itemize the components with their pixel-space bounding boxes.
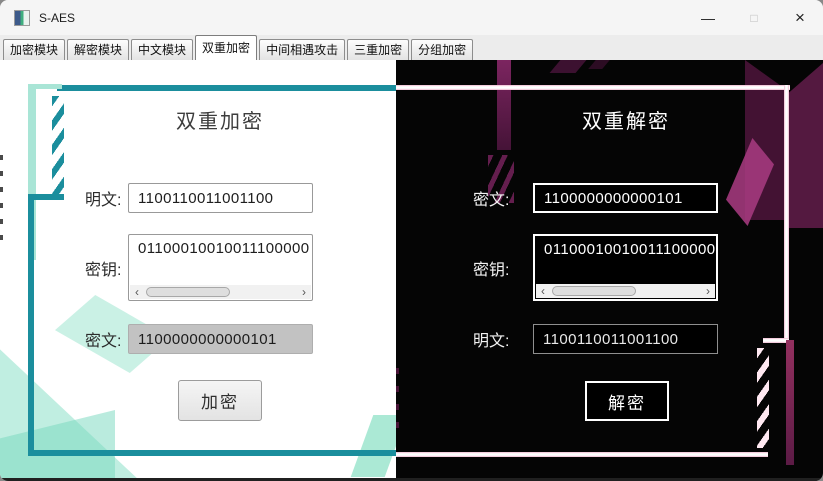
scroll-left-icon[interactable]: ‹	[130, 285, 144, 299]
decor-pink-bottom-line	[396, 452, 768, 457]
decrypt-key-textarea[interactable]: 01100010010011100000 ‹ ›	[533, 234, 718, 301]
scrollbar-thumb[interactable]	[146, 287, 230, 297]
decor-mint-triangle-large	[0, 340, 140, 481]
decrypt-plaintext-label: 明文:	[473, 324, 509, 354]
app-icon	[14, 10, 30, 26]
decor-mint-parallelogram	[351, 415, 396, 477]
decrypt-button[interactable]: 解密	[585, 381, 669, 421]
decor-pink-top-line	[396, 85, 790, 90]
encrypt-heading: 双重加密	[44, 105, 396, 134]
scroll-right-icon[interactable]: ›	[701, 284, 715, 298]
plaintext-label: 明文:	[85, 183, 121, 213]
tab-triple-encryption[interactable]: 三重加密	[347, 39, 409, 60]
plaintext-input[interactable]: 1100110011001100	[128, 183, 313, 213]
decor-mint-shape-low	[0, 410, 115, 481]
minimize-button[interactable]: —	[685, 0, 731, 35]
decrypt-heading: 双重解密	[450, 105, 802, 134]
key-textarea-text: 01100010010011100000	[129, 240, 312, 257]
maximize-button[interactable]: □	[731, 0, 777, 35]
decor-right-edge-ticks	[396, 368, 399, 440]
scrollbar-thumb[interactable]	[552, 286, 636, 296]
ciphertext-output: 1100000000000101	[128, 324, 313, 354]
encrypt-panel: 双重加密 明文: 1100110011001100 密钥: 0110001001…	[0, 60, 396, 481]
scroll-left-icon[interactable]: ‹	[536, 284, 550, 298]
decor-pink-dashes	[757, 348, 769, 448]
decor-mint-horizontal	[28, 84, 62, 89]
decor-purple-band-1	[745, 60, 785, 220]
decrypt-key-scrollbar[interactable]: ‹ ›	[536, 284, 715, 298]
tab-chinese-module[interactable]: 中文模块	[131, 39, 193, 60]
decor-left-edge-ticks	[0, 155, 3, 250]
decor-teal-bottom-line	[28, 450, 396, 456]
tab-block-encryption[interactable]: 分组加密	[411, 39, 473, 60]
decor-magenta-right-bar	[786, 340, 794, 465]
encrypt-button[interactable]: 加密	[178, 380, 262, 421]
titlebar: S-AES — □ ×	[0, 0, 823, 35]
decrypt-key-label: 密钥:	[473, 234, 509, 301]
ciphertext-label: 密文:	[85, 324, 121, 354]
key-scrollbar[interactable]: ‹ ›	[130, 285, 311, 299]
decor-teal-zigzag	[28, 194, 64, 200]
decor-purple-band-2	[785, 63, 823, 228]
key-textarea[interactable]: 01100010010011100000 ‹ ›	[128, 234, 313, 301]
decor-teal-top-line	[57, 85, 396, 91]
tab-decryption-module[interactable]: 解密模块	[67, 39, 129, 60]
tab-bar: 加密模块 解密模块 中文模块 双重加密 中间相遇攻击 三重加密 分组加密	[0, 35, 823, 60]
window-title: S-AES	[39, 11, 75, 25]
decor-magenta-small-1	[550, 60, 587, 73]
decor-teal-vertical-line	[28, 194, 34, 456]
window-controls: — □ ×	[685, 0, 823, 35]
decrypt-plaintext-output: 1100110011001100	[533, 324, 718, 354]
decor-mint-vertical	[28, 84, 36, 260]
decrypt-key-textarea-text: 01100010010011100000	[535, 241, 716, 258]
decor-magenta-diamond	[726, 138, 774, 226]
tab-double-encryption[interactable]: 双重加密	[195, 35, 257, 60]
decrypt-panel: 双重解密 密文: 1100000000000101 密钥: 0110001001…	[396, 60, 823, 481]
tab-content: 双重加密 明文: 1100110011001100 密钥: 0110001001…	[0, 60, 823, 481]
app-window: S-AES — □ × 加密模块 解密模块 中文模块 双重加密 中间相遇攻击 三…	[0, 0, 823, 481]
tab-encryption-module[interactable]: 加密模块	[3, 39, 65, 60]
scroll-right-icon[interactable]: ›	[297, 285, 311, 299]
decrypt-ciphertext-label: 密文:	[473, 183, 509, 213]
decor-pink-jog	[763, 338, 789, 343]
decrypt-ciphertext-input[interactable]: 1100000000000101	[533, 183, 718, 213]
close-button[interactable]: ×	[777, 0, 823, 35]
tab-meet-in-middle-attack[interactable]: 中间相遇攻击	[259, 39, 345, 60]
key-label: 密钥:	[85, 234, 121, 301]
decor-magenta-small-2	[588, 60, 610, 69]
